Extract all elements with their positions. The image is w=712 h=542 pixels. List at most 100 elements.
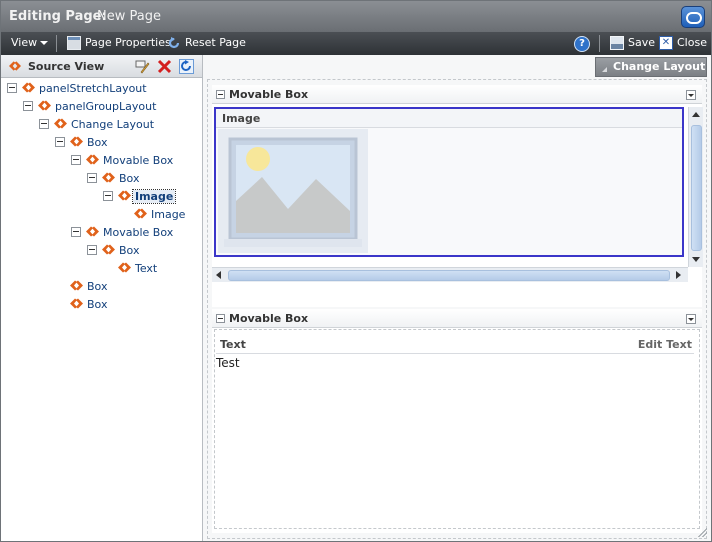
- close-icon: ✕: [659, 36, 673, 50]
- close-button[interactable]: ✕ Close: [659, 36, 707, 50]
- xml-tag-icon: [22, 82, 35, 93]
- movable-box-2[interactable]: Movable Box Text Edit Text Test: [212, 309, 702, 533]
- xml-tag-icon: [118, 262, 131, 273]
- xml-tag-icon: [70, 280, 83, 291]
- collapse-toggle-icon[interactable]: [71, 227, 81, 237]
- scroll-left-icon[interactable]: [216, 271, 221, 279]
- save-label: Save: [628, 36, 656, 49]
- box-content-area: [214, 329, 700, 529]
- edit-text-link[interactable]: Edit Text: [638, 338, 692, 351]
- source-view-title: Source View: [28, 60, 105, 73]
- horizontal-scrollbar[interactable]: [212, 267, 688, 282]
- resize-grip-icon[interactable]: [697, 527, 707, 537]
- collapse-toggle-icon[interactable]: [87, 245, 97, 255]
- vertical-scrollbar[interactable]: [688, 107, 703, 267]
- scroll-thumb[interactable]: [691, 125, 702, 251]
- delete-icon[interactable]: [157, 59, 172, 74]
- scroll-thumb[interactable]: [228, 270, 670, 281]
- xml-tag-icon: [86, 226, 99, 237]
- movable-box-header: Movable Box: [212, 85, 702, 104]
- view-menu[interactable]: View: [11, 36, 49, 49]
- editor-window: Editing Page: New Page View Page Propert…: [0, 0, 712, 542]
- source-view-header: Source View: [1, 55, 202, 78]
- tree-node-label: Box: [87, 136, 108, 149]
- title-label: Editing Page:: [9, 9, 107, 24]
- reset-icon: [168, 37, 180, 49]
- movable-box-1[interactable]: Movable Box Image: [212, 85, 703, 307]
- reset-page-label: Reset Page: [185, 36, 246, 49]
- tree-node[interactable]: Box: [1, 170, 201, 188]
- xml-tag-icon: [9, 61, 21, 71]
- text-component-header: Text Edit Text: [216, 337, 694, 354]
- tree-node[interactable]: panelGroupLayout: [1, 98, 201, 116]
- image-header: Image: [216, 109, 682, 128]
- collapse-toggle-icon[interactable]: [23, 101, 33, 111]
- box-menu-icon[interactable]: [686, 90, 696, 100]
- tree-node[interactable]: panelStretchLayout: [1, 80, 201, 98]
- tree-node-label: panelStretchLayout: [39, 82, 147, 95]
- refresh-icon[interactable]: [179, 59, 194, 74]
- save-button[interactable]: Save: [610, 36, 655, 50]
- page-canvas: Change Layout Movable Box Image Movable …: [203, 55, 711, 541]
- image-header-label: Image: [222, 112, 261, 125]
- page-properties-button[interactable]: Page Properties: [67, 36, 171, 50]
- movable-box-header: Movable Box: [212, 309, 702, 328]
- title-bar: Editing Page: New Page: [1, 1, 711, 32]
- help-icon: ?: [574, 36, 590, 52]
- save-icon: [610, 36, 624, 50]
- scroll-up-icon[interactable]: [692, 112, 700, 117]
- change-layout-label: Change Layout: [613, 60, 706, 73]
- movable-box-title: Movable Box: [229, 88, 309, 101]
- tree-node[interactable]: Box: [1, 278, 201, 296]
- tree-node-label: Movable Box: [103, 154, 174, 167]
- page-properties-label: Page Properties: [85, 36, 171, 49]
- help-button[interactable]: ?: [574, 36, 590, 52]
- collapse-toggle-icon[interactable]: [39, 119, 49, 129]
- tree-node[interactable]: Change Layout: [1, 116, 201, 134]
- tree-node-label: Box: [119, 244, 140, 257]
- tree-node-label: Movable Box: [103, 226, 174, 239]
- scroll-right-icon[interactable]: [676, 271, 681, 279]
- collapse-toggle-icon[interactable]: [103, 191, 113, 201]
- collapse-toggle-icon[interactable]: [87, 173, 97, 183]
- xml-tag-icon: [86, 154, 99, 165]
- tree-node[interactable]: Image: [1, 206, 201, 224]
- toolbar-divider: [56, 35, 57, 52]
- change-layout-button[interactable]: Change Layout: [595, 57, 707, 77]
- toolbar: View Page Properties Reset Page ? Save ✕…: [1, 32, 711, 55]
- tree-node[interactable]: Movable Box: [1, 152, 201, 170]
- reset-page-button[interactable]: Reset Page: [168, 36, 246, 49]
- collapse-toggle-icon[interactable]: [55, 137, 65, 147]
- tree-node[interactable]: Box: [1, 242, 201, 260]
- tree-node-label: panelGroupLayout: [55, 100, 157, 113]
- collapse-icon[interactable]: [216, 314, 225, 323]
- collapse-toggle-icon[interactable]: [71, 155, 81, 165]
- oracle-logo-icon: [681, 6, 705, 28]
- collapse-icon[interactable]: [216, 90, 225, 99]
- tree-node[interactable]: Box: [1, 296, 201, 314]
- tree-node-label: Box: [119, 172, 140, 185]
- tree-node-label: Box: [87, 280, 108, 293]
- page-properties-icon: [67, 36, 81, 50]
- xml-tag-icon: [54, 118, 67, 129]
- tree-node-label: Box: [87, 298, 108, 311]
- tree-node-label: Image: [151, 208, 186, 221]
- text-header-label: Text: [220, 338, 246, 351]
- source-view-pane: Source View panelStretchLayout panelGroup…: [1, 55, 203, 541]
- xml-tag-icon: [102, 244, 115, 255]
- xml-tag-icon: [38, 100, 51, 111]
- tree-node[interactable]: Box: [1, 134, 201, 152]
- box-menu-icon[interactable]: [686, 314, 696, 324]
- scroll-down-icon[interactable]: [692, 257, 700, 262]
- edit-properties-icon[interactable]: [135, 59, 150, 74]
- page-name: New Page: [97, 9, 161, 24]
- xml-tag-icon: [102, 172, 115, 183]
- collapse-toggle-icon[interactable]: [7, 83, 17, 93]
- image-component[interactable]: Image: [214, 107, 684, 257]
- tree-node[interactable]: Movable Box: [1, 224, 201, 242]
- tree-node[interactable]: Text: [1, 260, 201, 278]
- image-placeholder-icon: [218, 129, 368, 253]
- movable-box-title: Movable Box: [229, 312, 309, 325]
- view-menu-label: View: [11, 36, 38, 49]
- tree-node[interactable]: Image: [1, 188, 201, 206]
